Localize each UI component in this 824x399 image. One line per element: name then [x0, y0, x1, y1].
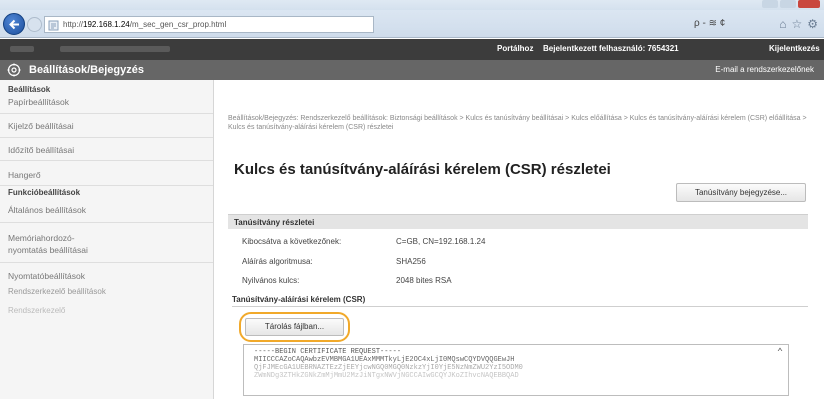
- breadcrumb: Beállítások/Bejegyzés: Rendszerkezelő be…: [228, 115, 807, 131]
- portal-link[interactable]: Portálhoz: [497, 44, 533, 53]
- field-value: 2048 bites RSA: [396, 276, 452, 285]
- settings-icon: [7, 63, 21, 77]
- sidebar-item-label: Nyomtatóbeállítások: [8, 271, 86, 281]
- save-highlight: Tárolás fájlban...: [239, 312, 350, 342]
- url-text: http://192.168.1.24/m_sec_gen_csr_prop.h…: [63, 20, 227, 29]
- minimize-icon[interactable]: [762, 0, 778, 8]
- csr-line: -----BEGIN CERTIFICATE REQUEST-----: [254, 348, 402, 356]
- sidebar-item-general[interactable]: Általános beállítások: [0, 198, 213, 223]
- sidebar-item-volume[interactable]: Hangerő: [0, 161, 213, 186]
- header-title: Beállítások/Bejegyzés: [29, 64, 144, 76]
- maximize-icon[interactable]: [780, 0, 796, 8]
- logout-link[interactable]: Kijelentkezés: [769, 44, 820, 53]
- sidebar-item-timer[interactable]: Időzítő beállításai: [0, 138, 213, 161]
- page-icon: [48, 20, 59, 31]
- forward-button[interactable]: [27, 17, 42, 32]
- csr-textarea[interactable]: -----BEGIN CERTIFICATE REQUEST----- MIIC…: [243, 344, 789, 396]
- sidebar-item-paper[interactable]: Papírbeállítások: [0, 92, 213, 114]
- scroll-up-icon[interactable]: ⌃: [774, 348, 786, 360]
- sidebar: Beállítások Papírbeállítások Kijelző beá…: [0, 80, 214, 399]
- address-bar-row: http://192.168.1.24/m_sec_gen_csr_prop.h…: [0, 10, 824, 38]
- sidebar-section-settings: Beállítások: [8, 85, 51, 94]
- csr-line: ZWmNDg3ZTHkZGNkZmMjMmU2MzJiNTgxNWVjNGCCA…: [254, 372, 519, 380]
- page-title: Kulcs és tanúsítvány-aláírási kérelem (C…: [234, 161, 611, 178]
- back-arrow-icon: [9, 19, 19, 30]
- field-label: Nyilvános kulcs:: [242, 276, 300, 285]
- browser-toolbar-icons: ⌂ ☆ ⚙: [779, 17, 818, 31]
- field-value: C=GB, CN=192.168.1.24: [396, 237, 486, 246]
- save-to-file-button[interactable]: Tárolás fájlban...: [245, 318, 344, 336]
- mail-admin-link[interactable]: E-mail a rendszerkezelőnek: [715, 65, 814, 74]
- sidebar-item-display[interactable]: Kijelző beállításai: [0, 114, 213, 138]
- device-model-blurred: [60, 46, 170, 52]
- page-header: Beállítások/Bejegyzés E-mail a rendszerk…: [0, 60, 824, 80]
- field-value: SHA256: [396, 257, 426, 266]
- sidebar-item-label: Papírbeállítások: [8, 97, 69, 107]
- sidebar-item-label: Időzítő beállításai: [8, 145, 75, 155]
- field-label: Kibocsátva a következőnek:: [242, 237, 342, 246]
- sidebar-section-admin[interactable]: Rendszerkezelő beállítások: [0, 283, 213, 296]
- settings-gear-icon[interactable]: ⚙: [807, 17, 818, 31]
- sidebar-item-label: Általános beállítások: [8, 205, 86, 215]
- sidebar-item-label: Memóriahordozó-nyomtatás beállításai: [8, 233, 88, 255]
- sidebar-item-media-print[interactable]: Memóriahordozó-nyomtatás beállításai: [0, 223, 213, 263]
- url-controls[interactable]: ρ - ≋ ¢: [694, 18, 725, 29]
- sidebar-item-printer[interactable]: Nyomtatóbeállítások: [0, 263, 213, 283]
- csr-line: QjFJMEcGA1UEBRNAZTEzZjEEYjcwNGQ0MGQ0Nzkz…: [254, 364, 523, 372]
- device-name-blurred: [10, 46, 34, 52]
- close-icon[interactable]: [798, 0, 820, 8]
- app-top-bar: Portálhoz Bejelentkezett felhasználó: 76…: [0, 39, 824, 60]
- home-icon[interactable]: ⌂: [779, 17, 786, 31]
- register-certificate-button[interactable]: Tanúsítvány bejegyzése...: [676, 183, 806, 202]
- csr-line: MIICCCAZoCAQAwbzEVMBMGA1UEAxMMMTkyLjE2OC…: [254, 356, 515, 364]
- csr-section-label: Tanúsítvány-aláírási kérelem (CSR): [232, 295, 808, 307]
- browser-title-bar: [0, 0, 824, 10]
- certificate-details-header: Tanúsítvány részletei: [228, 214, 808, 229]
- url-field[interactable]: http://192.168.1.24/m_sec_gen_csr_prop.h…: [44, 16, 374, 33]
- back-button[interactable]: [3, 13, 25, 35]
- sidebar-item-admin-cut[interactable]: Rendszerkezelő: [0, 296, 213, 315]
- favorites-icon[interactable]: ☆: [791, 17, 802, 31]
- window-controls: [762, 0, 820, 8]
- main-content: Beállítások/Bejegyzés: Rendszerkezelő be…: [228, 80, 820, 399]
- sidebar-item-label: Kijelző beállításai: [8, 121, 74, 131]
- field-label: Aláírás algoritmusa:: [242, 257, 313, 266]
- sidebar-item-label: Hangerő: [8, 170, 41, 180]
- sidebar-section-functions: Funkcióbeállítások: [8, 188, 81, 197]
- logged-in-user: Bejelentkezett felhasználó: 7654321: [543, 44, 679, 53]
